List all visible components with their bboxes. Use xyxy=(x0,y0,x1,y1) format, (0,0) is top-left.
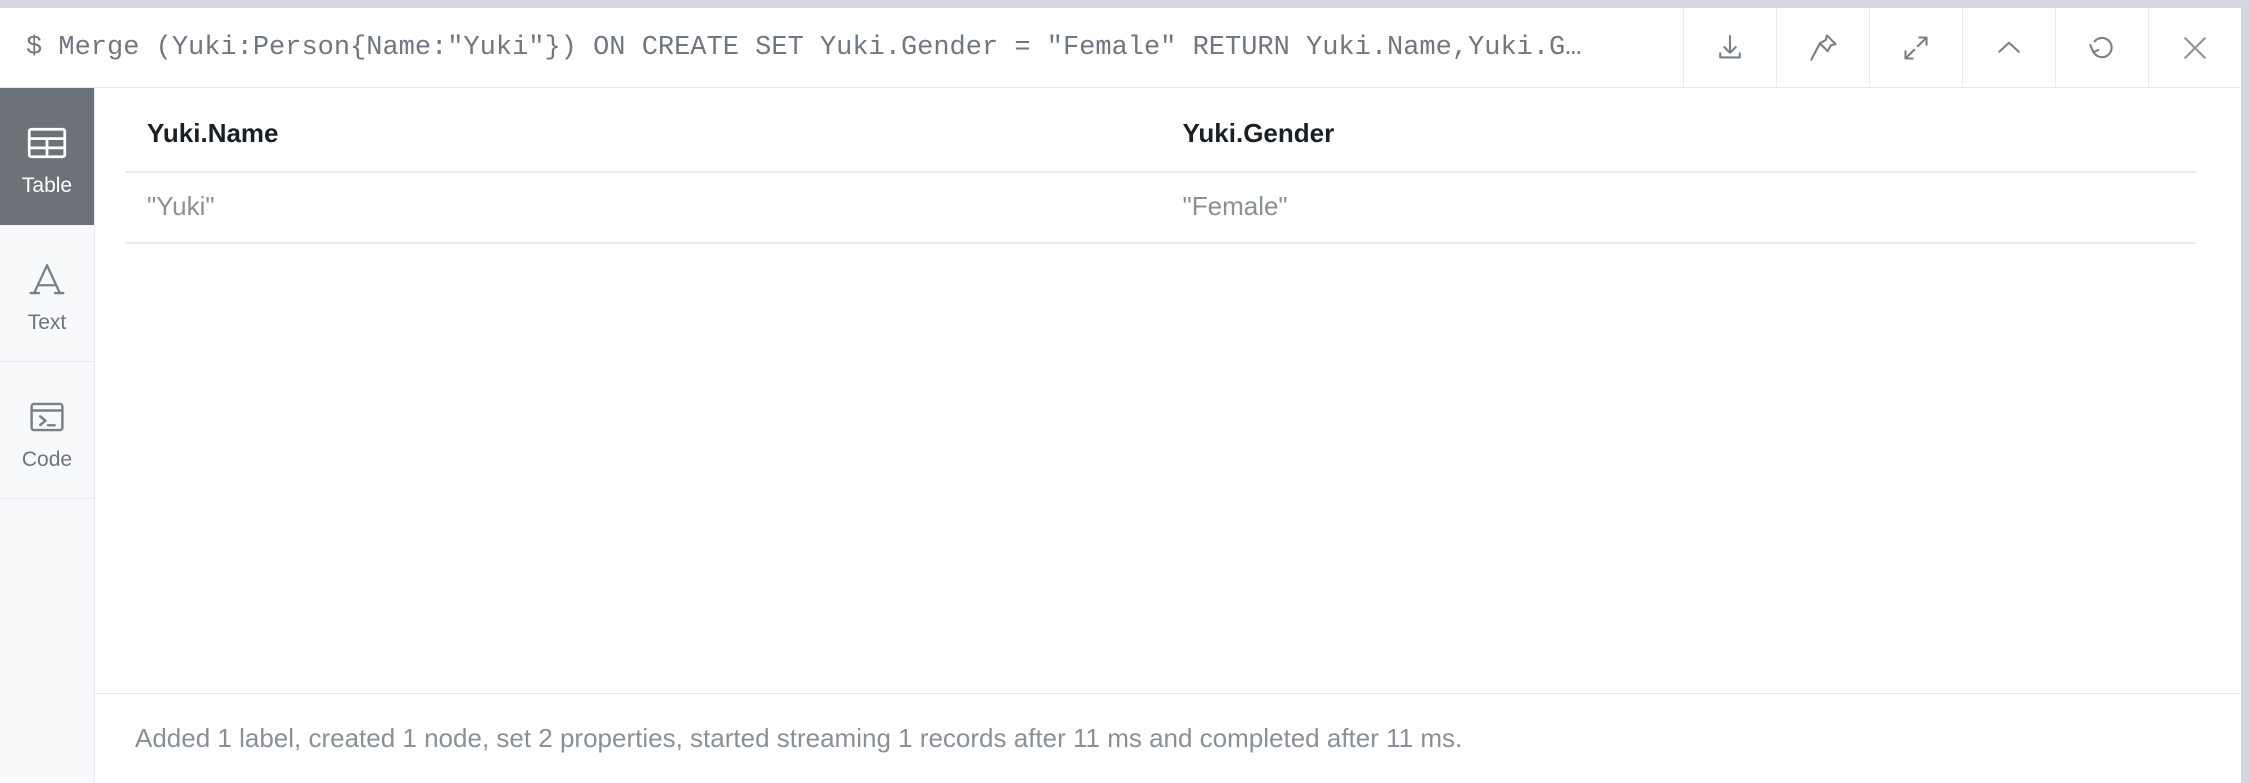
expand-icon xyxy=(1898,30,1934,66)
collapse-button[interactable] xyxy=(1962,8,2055,87)
download-icon xyxy=(1712,30,1748,66)
cell-name: "Yuki" xyxy=(125,172,1161,244)
cell-gender: "Female" xyxy=(1160,172,2196,244)
column-header-gender[interactable]: Yuki.Gender xyxy=(1160,88,2196,173)
query-result-frame: $ Merge (Yuki:Person{Name:"Yuki"}) ON CR… xyxy=(0,8,2241,783)
code-icon xyxy=(27,391,67,443)
table-header-row: Yuki.Name Yuki.Gender xyxy=(125,88,2196,173)
status-message: Added 1 label, created 1 node, set 2 pro… xyxy=(135,722,1463,753)
sidebar-item-label: Text xyxy=(27,310,67,334)
refresh-icon xyxy=(2084,30,2120,66)
top-gutter xyxy=(0,0,2249,8)
frame-body: Table Text Code Yuki.Name Yuki.Gender "Y… xyxy=(0,88,2241,782)
view-sidebar: Table Text Code xyxy=(0,88,95,782)
text-icon xyxy=(27,254,67,306)
column-header-name[interactable]: Yuki.Name xyxy=(125,88,1161,173)
result-table: Yuki.Name Yuki.Gender "Yuki" "Female" xyxy=(125,88,2196,244)
status-bar: Added 1 label, created 1 node, set 2 pro… xyxy=(95,693,2241,782)
sidebar-item-label: Code xyxy=(21,447,73,471)
result-table-container: Yuki.Name Yuki.Gender "Yuki" "Female" xyxy=(95,88,2241,693)
result-content: Yuki.Name Yuki.Gender "Yuki" "Female" Ad… xyxy=(95,88,2241,782)
query-text: $ Merge (Yuki:Person{Name:"Yuki"}) ON CR… xyxy=(26,32,1582,63)
expand-button[interactable] xyxy=(1869,8,1962,87)
frame-header: $ Merge (Yuki:Person{Name:"Yuki"}) ON CR… xyxy=(0,8,2241,88)
right-gutter xyxy=(2241,8,2249,783)
sidebar-item-label: Table xyxy=(21,173,73,197)
pin-button[interactable] xyxy=(1776,8,1869,87)
close-button[interactable] xyxy=(2148,8,2241,87)
close-icon xyxy=(2177,30,2213,66)
sidebar-item-code[interactable]: Code xyxy=(0,362,94,499)
rerun-button[interactable] xyxy=(2055,8,2148,87)
frame-toolbar xyxy=(1683,8,2241,87)
neo4j-result-frame: $ Merge (Yuki:Person{Name:"Yuki"}) ON CR… xyxy=(0,0,2249,783)
table-icon xyxy=(26,117,68,169)
pin-icon xyxy=(1805,30,1841,66)
sidebar-item-text[interactable]: Text xyxy=(0,225,94,362)
query-display[interactable]: $ Merge (Yuki:Person{Name:"Yuki"}) ON CR… xyxy=(0,8,1683,87)
table-row[interactable]: "Yuki" "Female" xyxy=(125,172,2196,244)
sidebar-item-table[interactable]: Table xyxy=(0,88,94,225)
download-button[interactable] xyxy=(1683,8,1776,87)
table-head: Yuki.Name Yuki.Gender xyxy=(125,88,2196,173)
table-body: "Yuki" "Female" xyxy=(125,172,2196,244)
chevron-up-icon xyxy=(1991,30,2027,66)
